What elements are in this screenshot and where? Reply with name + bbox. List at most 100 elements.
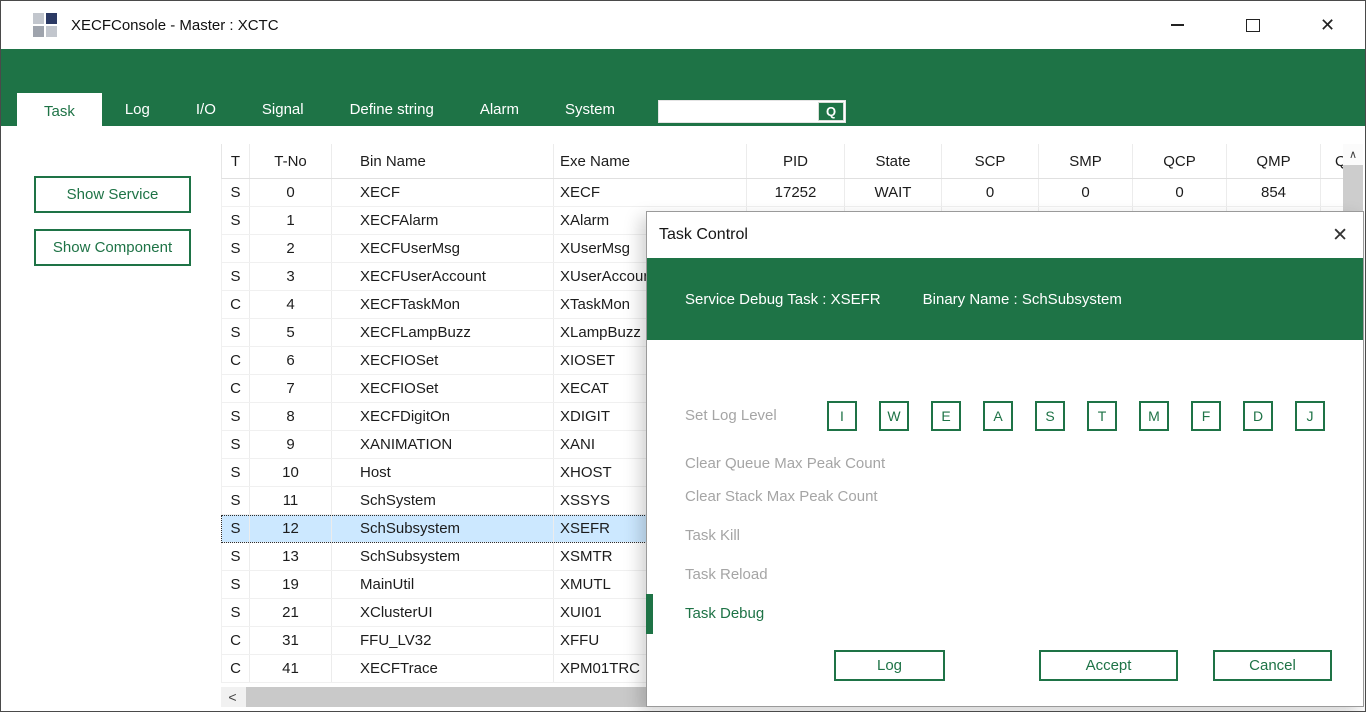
tab-define-string[interactable]: Define string	[327, 93, 457, 126]
search-input[interactable]	[659, 101, 818, 122]
log-level-button-w[interactable]: W	[879, 401, 909, 431]
cell-bin-name: SchSystem	[332, 487, 554, 514]
cell-t-no: 19	[250, 571, 332, 598]
cell-t-no: 11	[250, 487, 332, 514]
log-button[interactable]: Log	[834, 650, 945, 681]
cell-bin-name: FFU_LV32	[332, 627, 554, 654]
table-row[interactable]: S0XECFXECF17252WAIT000854	[221, 179, 1363, 207]
minimize-button[interactable]	[1140, 1, 1215, 49]
cell-t: C	[222, 375, 250, 402]
cell-t-no: 10	[250, 459, 332, 486]
maximize-icon	[1246, 19, 1260, 32]
dialog-menu-task-kill[interactable]: Task Kill	[685, 526, 740, 546]
cell-smp: 0	[1039, 179, 1133, 206]
scroll-left-icon[interactable]: <	[221, 687, 244, 707]
dialog-menu-task-debug[interactable]: Task Debug	[685, 604, 764, 624]
cell-t: S	[222, 207, 250, 234]
log-level-button-m[interactable]: M	[1139, 401, 1169, 431]
cell-t-no: 2	[250, 235, 332, 262]
cell-t-no: 21	[250, 599, 332, 626]
tab-task[interactable]: Task	[17, 93, 102, 129]
cell-bin-name: XANIMATION	[332, 431, 554, 458]
log-level-button-s[interactable]: S	[1035, 401, 1065, 431]
window-controls: ✕	[1140, 1, 1365, 49]
cell-bin-name: XECFTrace	[332, 655, 554, 682]
column-header-scp[interactable]: SCP	[942, 144, 1039, 178]
cell-bin-name: XECFAlarm	[332, 207, 554, 234]
log-level-buttons: IWEASTMFDJ	[827, 401, 1325, 431]
log-level-button-e[interactable]: E	[931, 401, 961, 431]
tab-log[interactable]: Log	[102, 93, 173, 126]
cell-t: S	[222, 571, 250, 598]
cell-bin-name: SchSubsystem	[332, 515, 554, 542]
column-header-qcp[interactable]: QCP	[1133, 144, 1227, 178]
tab-signal[interactable]: Signal	[239, 93, 327, 126]
cell-qcp: 0	[1133, 179, 1227, 206]
cell-bin-name: XECF	[332, 179, 554, 206]
close-icon: ✕	[1320, 16, 1335, 34]
cell-t: S	[222, 235, 250, 262]
show-service-button[interactable]: Show Service	[34, 176, 191, 213]
column-header-t[interactable]: T	[222, 144, 250, 178]
log-level-button-i[interactable]: I	[827, 401, 857, 431]
cell-state: WAIT	[845, 179, 942, 206]
column-header-pid[interactable]: PID	[747, 144, 845, 178]
cell-exe-name: XECF	[554, 179, 747, 206]
task-control-dialog: Task Control ✕ Service Debug Task : XSEF…	[646, 211, 1364, 707]
cell-t-no: 12	[250, 515, 332, 542]
tab-system[interactable]: System	[542, 93, 638, 126]
cell-t: C	[222, 627, 250, 654]
column-header-bin-name[interactable]: Bin Name	[332, 144, 554, 178]
log-level-button-t[interactable]: T	[1087, 401, 1117, 431]
minimize-icon	[1171, 24, 1184, 26]
maximize-button[interactable]	[1215, 1, 1290, 49]
log-level-button-j[interactable]: J	[1295, 401, 1325, 431]
close-icon: ✕	[1332, 225, 1348, 246]
service-debug-task-label: Service Debug Task : XSEFR	[685, 291, 881, 308]
cell-t-no: 0	[250, 179, 332, 206]
log-level-button-d[interactable]: D	[1243, 401, 1273, 431]
cell-t-no: 41	[250, 655, 332, 682]
cell-t: S	[222, 487, 250, 514]
dialog-menu-clear-queue-max-peak-count[interactable]: Clear Queue Max Peak Count	[685, 454, 885, 474]
log-level-button-f[interactable]: F	[1191, 401, 1221, 431]
cell-pid: 17252	[747, 179, 845, 206]
binary-name-label: Binary Name : SchSubsystem	[923, 291, 1122, 308]
column-header-smp[interactable]: SMP	[1039, 144, 1133, 178]
column-header-state[interactable]: State	[845, 144, 942, 178]
column-header-t-no[interactable]: T-No	[250, 144, 332, 178]
tab-alarm[interactable]: Alarm	[457, 93, 542, 126]
cell-t: S	[222, 599, 250, 626]
window-title: XECFConsole - Master : XCTC	[71, 17, 279, 34]
dialog-menu-clear-stack-max-peak-count[interactable]: Clear Stack Max Peak Count	[685, 487, 878, 507]
cell-t: C	[222, 291, 250, 318]
cell-bin-name: XECFIOSet	[332, 375, 554, 402]
dialog-close-button[interactable]: ✕	[1332, 226, 1348, 245]
cell-t: C	[222, 347, 250, 374]
cell-t-no: 5	[250, 319, 332, 346]
cell-bin-name: Host	[332, 459, 554, 486]
cell-t: S	[222, 403, 250, 430]
log-level-button-a[interactable]: A	[983, 401, 1013, 431]
title-bar: XECFConsole - Master : XCTC ✕	[1, 1, 1365, 49]
column-header-partial[interactable]: Q	[1321, 144, 1344, 178]
dialog-menu-task-reload[interactable]: Task Reload	[685, 565, 768, 585]
show-component-button[interactable]: Show Component	[34, 229, 191, 266]
dialog-banner: Service Debug Task : XSEFR Binary Name :…	[647, 258, 1363, 340]
search-button[interactable]: Q	[818, 102, 844, 121]
dialog-menu-set-log-level[interactable]: Set Log Level	[685, 406, 777, 426]
cancel-button[interactable]: Cancel	[1213, 650, 1332, 681]
cell-bin-name: XECFLampBuzz	[332, 319, 554, 346]
cell-t-no: 6	[250, 347, 332, 374]
scroll-up-icon[interactable]: ∧	[1343, 144, 1363, 165]
app-window: XECFConsole - Master : XCTC ✕ TaskLogI/O…	[0, 0, 1366, 712]
column-header-qmp[interactable]: QMP	[1227, 144, 1321, 178]
column-header-exe-name[interactable]: Exe Name	[554, 144, 747, 178]
cell-t-no: 3	[250, 263, 332, 290]
main-nav-band: TaskLogI/OSignalDefine stringAlarmSystem…	[1, 49, 1365, 126]
cell-bin-name: SchSubsystem	[332, 543, 554, 570]
accept-button[interactable]: Accept	[1039, 650, 1178, 681]
cell-t-no: 1	[250, 207, 332, 234]
tab-i-o[interactable]: I/O	[173, 93, 239, 126]
close-button[interactable]: ✕	[1290, 1, 1365, 49]
